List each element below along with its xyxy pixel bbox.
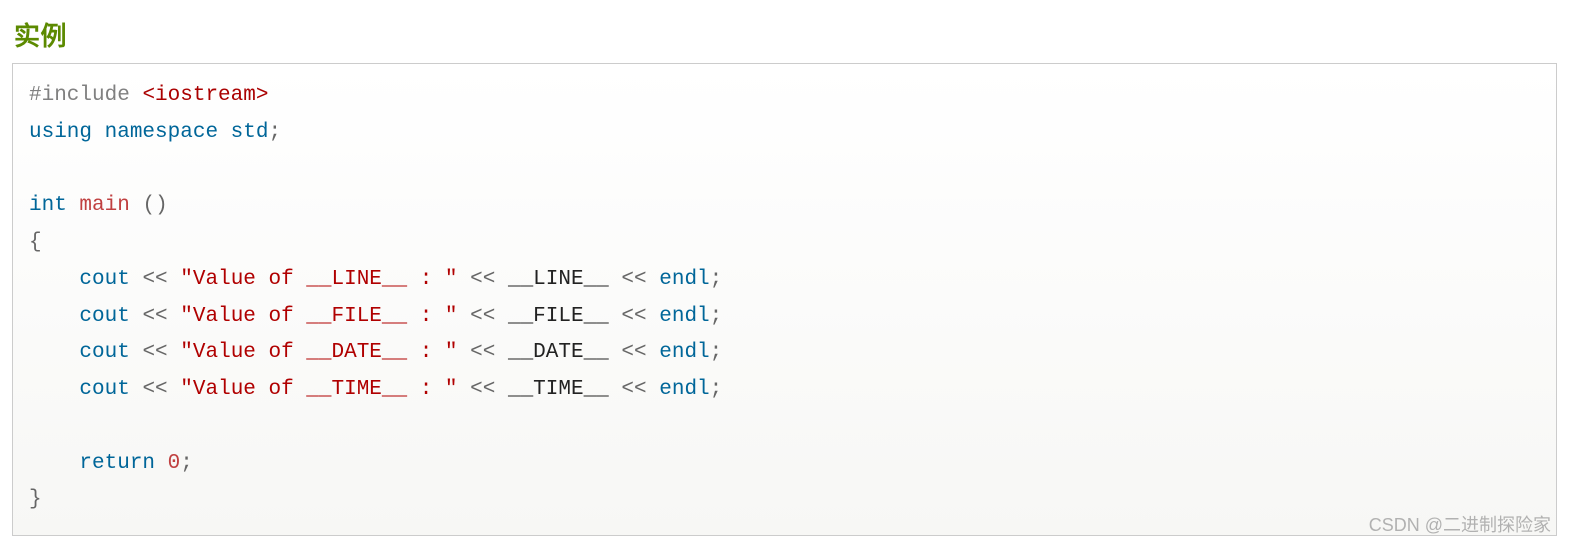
code-token: << (621, 341, 646, 364)
code-token: << (142, 305, 167, 328)
code-token (29, 378, 79, 401)
code-token (647, 378, 660, 401)
code-token: ) (155, 194, 168, 217)
code-example-box: #include <iostream> using namespace std;… (12, 63, 1557, 536)
code-token: ; (710, 305, 723, 328)
code-token: ; (268, 121, 281, 144)
code-token: ; (710, 341, 723, 364)
code-token (29, 268, 79, 291)
code-token (168, 305, 181, 328)
code-token: endl (659, 378, 709, 401)
code-token (495, 268, 508, 291)
code-token: __DATE__ (508, 341, 609, 364)
code-token (458, 268, 471, 291)
code-token: ; (180, 452, 193, 475)
code-token (130, 378, 143, 401)
code-token (29, 305, 79, 328)
code-token (495, 341, 508, 364)
code-token (130, 305, 143, 328)
code-token: __TIME__ (508, 378, 609, 401)
code-token: endl (659, 341, 709, 364)
code-token: namespace (105, 121, 218, 144)
code-token (168, 341, 181, 364)
code-token: cout (79, 341, 129, 364)
code-token (647, 305, 660, 328)
code-token: return (79, 452, 155, 475)
code-token: } (29, 488, 42, 511)
code-token: ( (142, 194, 155, 217)
code-token: << (621, 268, 646, 291)
code-token (130, 84, 143, 107)
code-token (130, 268, 143, 291)
code-token (609, 305, 622, 328)
code-token: << (142, 378, 167, 401)
code-token: << (470, 268, 495, 291)
code-token (130, 341, 143, 364)
code-token: << (470, 378, 495, 401)
code-token (609, 341, 622, 364)
code-token: std (231, 121, 269, 144)
code-token: __FILE__ (508, 305, 609, 328)
example-heading: 实例 (14, 16, 1557, 53)
code-token: cout (79, 305, 129, 328)
code-token (155, 452, 168, 475)
code-token: int (29, 194, 67, 217)
code-token (609, 378, 622, 401)
code-token (458, 305, 471, 328)
code-token (29, 452, 79, 475)
code-token (67, 194, 80, 217)
code-token (458, 341, 471, 364)
code-token: cout (79, 378, 129, 401)
code-token (218, 121, 231, 144)
code-token: << (621, 378, 646, 401)
code-token (647, 341, 660, 364)
code-token: << (470, 341, 495, 364)
code-token (609, 268, 622, 291)
code-token (168, 378, 181, 401)
code-token: __LINE__ (508, 268, 609, 291)
code-token (29, 341, 79, 364)
code-token: "Value of __FILE__ : " (180, 305, 457, 328)
code-token: cout (79, 268, 129, 291)
code-token (168, 268, 181, 291)
code-token (495, 305, 508, 328)
code-token: ; (710, 268, 723, 291)
code-token: << (621, 305, 646, 328)
code-token: main (79, 194, 129, 217)
code-token: endl (659, 305, 709, 328)
code-token (495, 378, 508, 401)
code-token: << (142, 268, 167, 291)
code-token: "Value of __LINE__ : " (180, 268, 457, 291)
code-token: #include (29, 84, 130, 107)
code-token: "Value of __DATE__ : " (180, 341, 457, 364)
code-token: ; (710, 378, 723, 401)
code-token: endl (659, 268, 709, 291)
code-token: { (29, 231, 42, 254)
code-token: 0 (168, 452, 181, 475)
code-token (92, 121, 105, 144)
code-token: <iostream> (142, 84, 268, 107)
code-token (130, 194, 143, 217)
code-token (647, 268, 660, 291)
code-token: "Value of __TIME__ : " (180, 378, 457, 401)
code-token: using (29, 121, 92, 144)
code-block: #include <iostream> using namespace std;… (29, 78, 1540, 519)
code-token (458, 378, 471, 401)
code-token: << (142, 341, 167, 364)
code-token: << (470, 305, 495, 328)
